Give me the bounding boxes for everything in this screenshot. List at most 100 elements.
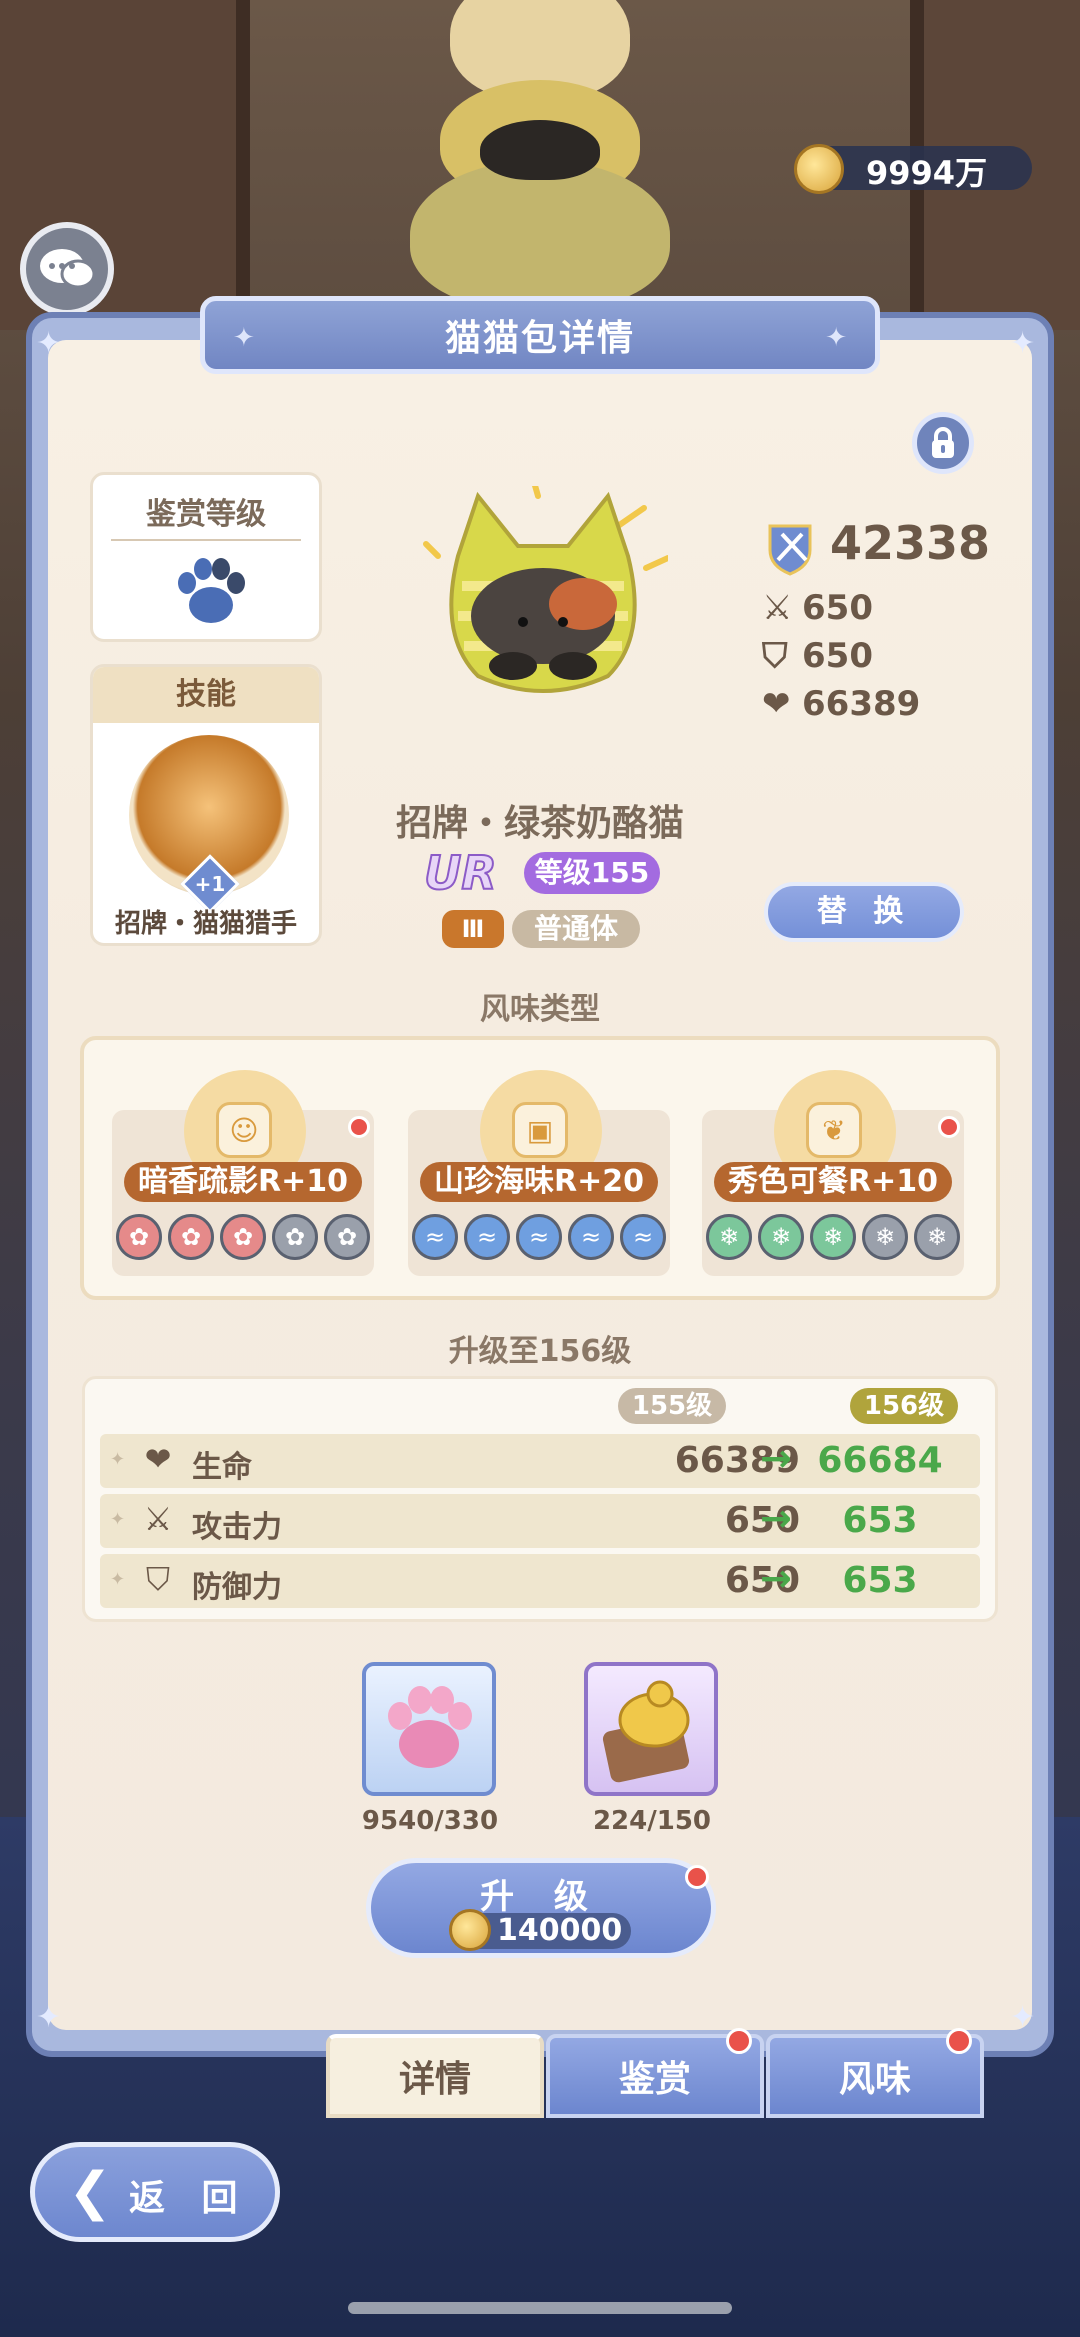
defense-value: 650 [802, 636, 873, 676]
flavor-card[interactable]: ☺ 暗香疏影R+10 ✿ ✿ ✿ ✿ ✿ [112, 1070, 374, 1276]
swords-icon: ⚔ [143, 1500, 173, 1538]
snowflake-star-empty-icon: ❄ [862, 1214, 908, 1260]
flavor-label: 暗香疏影R+10 [124, 1162, 362, 1202]
fox-tail-icon: ❦ [806, 1102, 862, 1158]
tier-badge: Ⅲ [442, 910, 504, 948]
gold-toast-icon [602, 1680, 690, 1783]
coin-icon [449, 1909, 491, 1951]
heart-icon: ❤ [762, 684, 791, 724]
appreciation-level-card[interactable]: 鉴赏等级 [90, 472, 322, 642]
stat-next: 653 [842, 1500, 918, 1541]
cat-character-image [423, 486, 668, 693]
diamond-bullet-icon: ✦ [110, 1509, 126, 1530]
snowflake-star-icon: ❄ [706, 1214, 752, 1260]
back-label: 返 回 [129, 2178, 250, 2219]
cat-face-icon: ☺ [216, 1102, 272, 1158]
current-level-pill: 155级 [618, 1388, 726, 1424]
skill-header: 技能 [93, 667, 319, 723]
swords-icon: ⚔ [762, 588, 793, 628]
pink-paw-candy-icon [388, 1686, 472, 1768]
upgrade-button[interactable]: 升 级 140000 [366, 1858, 716, 1958]
wave-star-icon: ≈ [464, 1214, 510, 1260]
dish-icon: ▣ [512, 1102, 568, 1158]
notification-dot [726, 2028, 752, 2054]
notification-dot [938, 1116, 960, 1138]
flavor-stars: ❄ ❄ ❄ ❄ ❄ [702, 1214, 964, 1260]
corner-decoration-icon: ✦ [1010, 326, 1036, 361]
coin-icon [794, 144, 844, 194]
replace-button[interactable]: 替 换 [764, 882, 964, 942]
cat-name: 招牌・绿茶奶酪猫 [395, 803, 684, 844]
stat-label: 防御力 [192, 1570, 282, 1605]
rarity-badge: UR [423, 845, 498, 901]
attack-stat: ⚔ 650 [762, 588, 873, 628]
flower-star-icon: ✿ [220, 1214, 266, 1260]
chat-bubbles-icon [40, 249, 96, 289]
upgrade-row-hp: ✦ ❤ 生命 66389 → 66684 [100, 1434, 980, 1488]
tab-flavor[interactable]: 风味 [766, 2028, 984, 2118]
flower-star-empty-icon: ✿ [272, 1214, 318, 1260]
snowflake-star-icon: ❄ [758, 1214, 804, 1260]
flavor-card[interactable]: ❦ 秀色可餐R+10 ❄ ❄ ❄ ❄ ❄ [702, 1070, 964, 1276]
home-indicator[interactable] [348, 2302, 732, 2314]
flavor-stars: ✿ ✿ ✿ ✿ ✿ [112, 1214, 374, 1260]
skill-name: 招牌・猫猫猎手 [114, 909, 297, 939]
chat-button[interactable] [20, 222, 114, 316]
corner-decoration-icon: ✦ [1010, 2000, 1036, 2035]
stat-next: 66684 [817, 1440, 943, 1481]
material-count: 224/150 [592, 1806, 712, 1836]
upgrade-button-label: 升 级 [480, 1877, 602, 1917]
divider [111, 539, 301, 541]
upgrade-row-attack: ✦ ⚔ 攻击力 650 → 653 [100, 1494, 980, 1548]
arrow-right-icon: → [760, 1556, 792, 1600]
upgrade-row-defense: ✦ ⛉ 防御力 650 → 653 [100, 1554, 980, 1608]
attack-value: 650 [802, 588, 873, 628]
stat-next: 653 [842, 1560, 918, 1601]
back-arrow-icon: ❮ [68, 2162, 112, 2222]
notification-dot [348, 1116, 370, 1138]
wave-star-icon: ≈ [412, 1214, 458, 1260]
snowflake-star-empty-icon: ❄ [914, 1214, 960, 1260]
diamond-bullet-icon: ✦ [110, 1449, 126, 1470]
flavor-label: 山珍海味R+20 [420, 1162, 658, 1202]
level-badge: 等级155 [524, 852, 660, 894]
wave-star-icon: ≈ [620, 1214, 666, 1260]
flavor-stars: ≈ ≈ ≈ ≈ ≈ [408, 1214, 670, 1260]
flower-star-icon: ✿ [168, 1214, 214, 1260]
skill-card[interactable]: 技能 +1 招牌・猫猫猎手 [90, 664, 322, 946]
snowflake-star-icon: ❄ [810, 1214, 856, 1260]
tab-label: 风味 [838, 2059, 911, 2100]
heart-icon: ❤ [144, 1440, 172, 1478]
corner-decoration-icon: ✦ [36, 2000, 62, 2035]
hp-value: 66389 [802, 684, 921, 724]
wave-star-icon: ≈ [568, 1214, 614, 1260]
skill-level-text: +1 [194, 872, 226, 896]
wave-star-icon: ≈ [516, 1214, 562, 1260]
shield-icon: ⛉ [145, 1560, 170, 1598]
tab-details[interactable]: 详情 [326, 2034, 544, 2118]
defense-stat: ⛉ 650 [762, 636, 873, 676]
notification-dot [946, 2028, 972, 2054]
upgrade-title: 升级至156级 [448, 1334, 632, 1369]
corner-decoration-icon: ✦ [36, 326, 62, 361]
body-type-badge: 普通体 [512, 910, 640, 948]
back-button[interactable]: ❮ 返 回 [30, 2142, 280, 2242]
lock-button[interactable] [912, 412, 974, 474]
flower-star-empty-icon: ✿ [324, 1214, 370, 1260]
material-slot-paw-candy[interactable] [362, 1662, 496, 1796]
lock-icon [932, 427, 954, 458]
hp-stat: ❤ 66389 [762, 684, 920, 724]
tab-appreciation[interactable]: 鉴赏 [546, 2028, 764, 2118]
paw-print-icon [178, 558, 245, 623]
material-slot-gold-toast[interactable] [584, 1662, 718, 1796]
flower-star-icon: ✿ [116, 1214, 162, 1260]
arrow-right-icon: → [760, 1496, 792, 1540]
material-count: 9540/330 [361, 1806, 499, 1836]
background-cat-stack [370, 0, 710, 310]
diamond-bullet-icon: ✦ [110, 1569, 126, 1590]
flavor-card[interactable]: ▣ 山珍海味R+20 ≈ ≈ ≈ ≈ ≈ [408, 1070, 670, 1276]
stat-label: 生命 [192, 1450, 252, 1485]
flavor-label: 秀色可餐R+10 [714, 1162, 952, 1202]
sparkle-icon: ✦ [825, 323, 847, 353]
panel-title: 猫猫包详情 [444, 318, 635, 359]
